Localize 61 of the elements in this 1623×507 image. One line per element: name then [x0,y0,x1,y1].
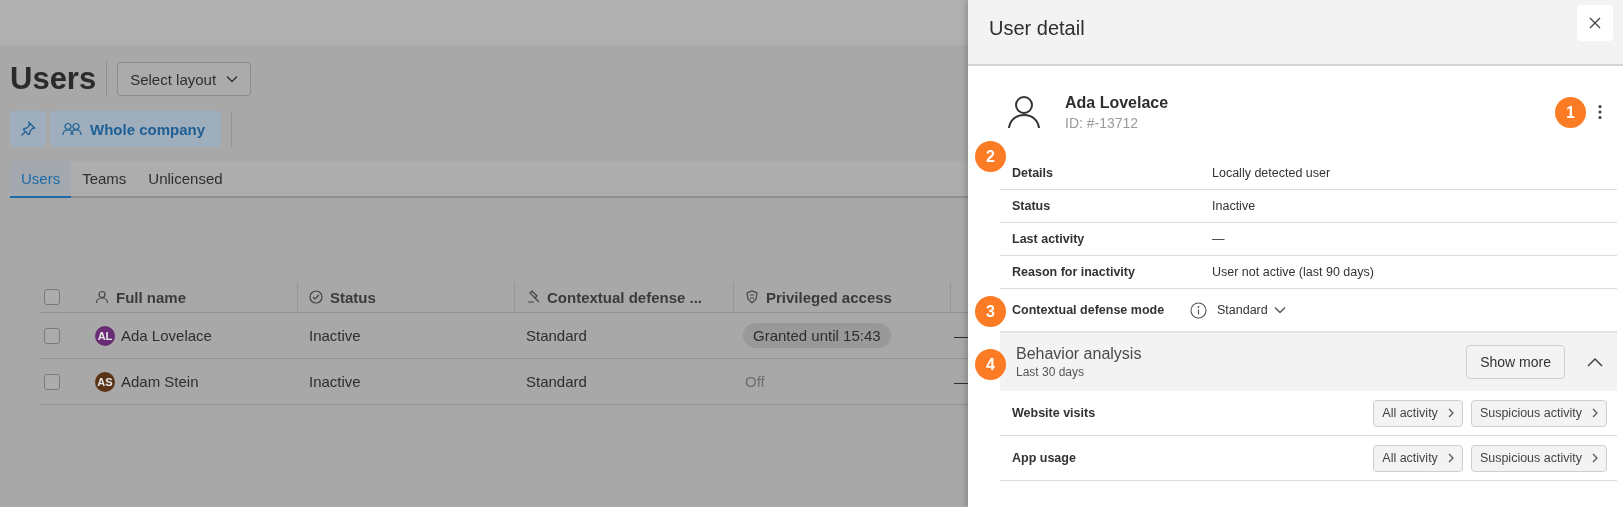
panel-title: User detail [989,17,1085,40]
chevron-right-icon [1592,453,1598,463]
info-icon [1190,301,1207,319]
field-value: User not active (last 90 days) [1212,265,1375,279]
row-checkbox[interactable] [44,327,60,344]
status-text: Inactive [309,327,361,344]
activity-button[interactable]: All activity [1373,444,1463,472]
tab[interactable]: Unlicensed [137,161,234,198]
field-label: Contextual defense mode [1012,303,1166,317]
user-icon [1007,95,1041,129]
status-text: Inactive [309,373,361,390]
tab[interactable]: Teams [71,161,138,198]
column-header[interactable]: Privileged access [766,288,892,306]
field-label: Last activity [1012,232,1086,246]
chevron-up-icon[interactable] [1587,357,1603,367]
activity-button[interactable]: Suspicious activity [1470,399,1607,427]
more-icon[interactable] [1597,104,1603,120]
field-value: — [1212,232,1226,246]
close-button[interactable] [1577,5,1613,41]
gavel-icon [526,290,540,304]
chevron-right-icon [1447,408,1454,418]
row-label: Website visits [1012,406,1097,420]
show-more-button[interactable]: Show more [1466,345,1565,379]
close-icon [1589,17,1601,29]
activity-button[interactable]: All activity [1373,399,1463,427]
pin-button[interactable] [10,111,46,147]
access-text: Off [745,373,765,390]
column-header[interactable]: Full name [116,288,186,306]
chevron-right-icon [1447,453,1454,463]
mode-text: Standard [526,373,587,390]
caret-icon [226,75,239,83]
user-name[interactable]: Adam Stein [121,373,199,390]
user-id: ID: #-13712 [1065,114,1140,131]
page-title: Users [10,61,108,97]
select-all-checkbox[interactable] [44,289,60,305]
mode-dropdown[interactable]: Standard [1217,303,1286,317]
layout-dropdown[interactable]: Select layout [117,62,252,96]
row-checkbox[interactable] [44,373,60,390]
field-value: Locally detected user [1212,166,1332,180]
field-label: Status [1012,199,1052,213]
avatar: AS [95,371,115,392]
column-header[interactable]: Status [330,288,376,306]
section-subtitle: Last 30 days [1016,365,1086,379]
field-label: Reason for inactivity [1012,265,1136,279]
field-value: Inactive [1212,199,1257,213]
mode-text: Standard [526,327,587,344]
avatar: AL [95,325,115,346]
access-badge: Granted until 15:43 [743,323,891,348]
field-label: Details [1012,166,1054,180]
pin-icon [20,121,36,137]
user-name[interactable]: Ada Lovelace [121,327,212,344]
row-label: App usage [1012,451,1077,465]
person-icon [95,290,109,304]
section-title: Behavior analysis [1016,345,1143,363]
check-circle-icon [309,290,323,304]
caret-icon [1273,306,1286,314]
chevron-right-icon [1592,408,1598,418]
activity-button[interactable]: Suspicious activity [1470,444,1607,472]
column-header[interactable]: Contextual defense ... [547,288,703,306]
shield-icon [745,290,759,304]
people-icon [62,122,82,136]
